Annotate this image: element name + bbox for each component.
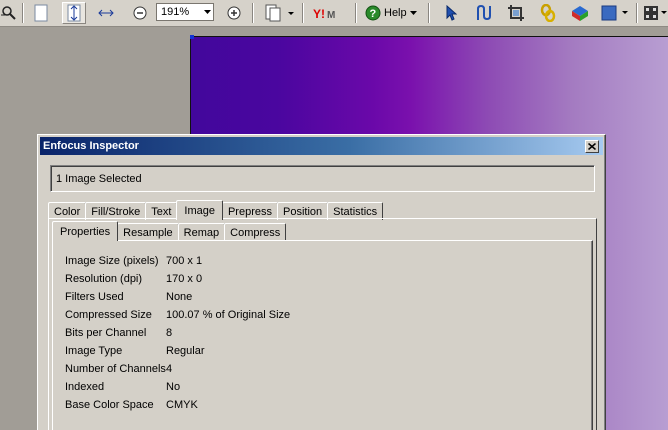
help-icon: ? <box>365 5 381 21</box>
close-icon <box>588 143 596 150</box>
property-value: 170 x 0 <box>166 273 203 285</box>
inspector-tabs: Color Fill/Stroke Text Image Prepress Po… <box>48 200 384 222</box>
property-row: Indexed No <box>65 378 365 396</box>
tab-label: Fill/Stroke <box>91 205 141 218</box>
tab-label: Compress <box>230 226 281 239</box>
link-tool-icon[interactable] <box>536 2 560 24</box>
toolbar-separator <box>252 3 254 23</box>
chevron-down-icon[interactable] <box>201 4 213 20</box>
close-button[interactable] <box>585 140 599 153</box>
property-value: 100.07 % of Original Size <box>166 309 291 321</box>
zoom-level-select[interactable]: 191% <box>156 3 214 21</box>
property-label: Bits per Channel <box>65 327 147 339</box>
inspector-title: Enfocus Inspector <box>43 140 139 152</box>
toolbar-separator <box>428 3 430 23</box>
property-value: No <box>166 381 181 393</box>
zoom-in-icon[interactable] <box>224 2 244 24</box>
enfocus-inspector-window: Enfocus Inspector 1 Image Selected Color… <box>37 134 606 430</box>
selection-handle[interactable] <box>190 35 194 39</box>
toolbar-separator <box>22 3 24 23</box>
selection-count-text: 1 Image Selected <box>56 172 142 185</box>
tab-remap[interactable]: Remap <box>177 223 226 241</box>
image-subtabs: Properties Resample Remap Compress <box>52 221 287 242</box>
tab-image[interactable]: Image <box>176 200 223 222</box>
svg-text:?: ? <box>370 8 377 20</box>
filmstrip-icon[interactable] <box>642 2 668 24</box>
property-label: Base Color Space <box>65 399 154 411</box>
property-value: 4 <box>166 363 173 375</box>
yahoo-search-icon[interactable]: Y! M <box>312 2 348 24</box>
tab-properties[interactable]: Properties <box>52 221 119 241</box>
tab-label: Properties <box>60 225 111 238</box>
property-row: Filters Used None <box>65 288 365 306</box>
svg-text:Y!: Y! <box>313 7 325 20</box>
tab-label: Position <box>283 205 323 218</box>
property-label: Image Size (pixels) <box>65 255 159 267</box>
tab-label: Text <box>151 205 172 218</box>
fit-page-icon[interactable] <box>30 2 52 24</box>
property-label: Indexed <box>65 381 105 393</box>
property-row: Bits per Channel 8 <box>65 324 365 342</box>
chevron-down-icon <box>409 11 417 15</box>
property-row: Image Type Regular <box>65 342 365 360</box>
select-arrow-tool-icon[interactable] <box>440 2 462 24</box>
toolbar-separator <box>636 3 638 23</box>
property-value: None <box>166 291 193 303</box>
tab-label: Remap <box>183 226 220 239</box>
property-row: Compressed Size 100.07 % of Original Size <box>65 306 365 324</box>
help-button[interactable]: ? Help <box>362 2 419 24</box>
zoom-out-icon[interactable] <box>130 2 150 24</box>
fit-width-icon[interactable] <box>94 2 118 24</box>
property-value: 700 x 1 <box>166 255 203 267</box>
fit-height-icon[interactable] <box>62 2 86 24</box>
property-value: CMYK <box>166 399 198 411</box>
main-toolbar: 191% Y! M ? Help <box>0 0 668 27</box>
shape-tool-icon[interactable] <box>598 2 632 24</box>
zoom-tool-icon[interactable] <box>0 2 18 24</box>
path-edit-tool-icon[interactable] <box>472 2 496 24</box>
help-button-label: Help <box>384 7 407 19</box>
color-objects-icon[interactable] <box>568 2 592 24</box>
crop-tool-icon[interactable] <box>504 2 528 24</box>
property-row: Resolution (dpi) 170 x 0 <box>65 270 365 288</box>
tab-label: Image <box>184 204 215 217</box>
tab-resample[interactable]: Resample <box>117 223 179 241</box>
inspector-titlebar[interactable]: Enfocus Inspector <box>40 137 603 155</box>
property-label: Image Type <box>65 345 123 357</box>
tab-label: Statistics <box>333 205 378 218</box>
toolbar-separator <box>302 3 304 23</box>
tab-label: Resample <box>123 226 173 239</box>
toolbar-separator <box>355 3 357 23</box>
property-row: Number of Channels 4 <box>65 360 365 378</box>
svg-text:M: M <box>327 10 335 20</box>
property-row: Base Color Space CMYK <box>65 396 365 414</box>
zoom-level-value: 191% <box>161 6 190 18</box>
tab-compress[interactable]: Compress <box>224 223 287 241</box>
page-layout-icon[interactable] <box>262 2 296 24</box>
property-value: Regular <box>166 345 205 357</box>
tab-label: Prepress <box>227 205 272 218</box>
property-label: Filters Used <box>65 291 124 303</box>
selection-info-box: 1 Image Selected <box>50 165 595 192</box>
property-label: Resolution (dpi) <box>65 273 143 285</box>
property-value: 8 <box>166 327 173 339</box>
tab-label: Color <box>54 205 81 218</box>
property-row: Image Size (pixels) 700 x 1 <box>65 252 365 270</box>
property-label: Number of Channels <box>65 363 166 375</box>
property-label: Compressed Size <box>65 309 152 321</box>
